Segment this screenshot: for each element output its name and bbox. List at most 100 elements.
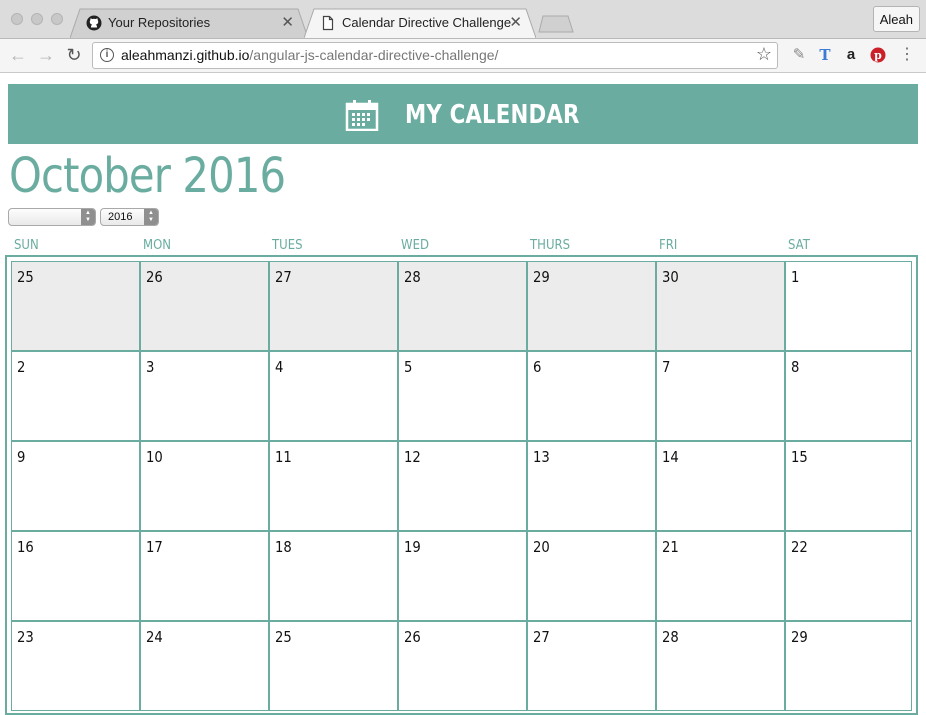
day-cell[interactable]: 22	[785, 531, 912, 621]
day-number: 14	[662, 448, 679, 466]
tab-calendar-directive-challenge[interactable]: Calendar Directive Challenge ✕	[304, 8, 536, 38]
day-number: 22	[791, 538, 808, 556]
close-window-button[interactable]	[11, 13, 23, 25]
select-arrows-icon: ▲ ▼	[81, 209, 95, 225]
calendar-grid: 25 26 27 28 29 30 1 2 3 4 5 6 7 8 9 10 11 12 13 14 15 16 17 18 1…	[5, 255, 918, 715]
menu-kebab-icon[interactable]: ⋮	[897, 45, 917, 65]
day-cell[interactable]: 13	[527, 441, 656, 531]
t-extension-icon[interactable]: T	[815, 45, 835, 65]
browser-toolbar: ← → ↻ i aleahmanzi.github.io/angular-js-…	[0, 39, 926, 73]
bookmark-star-icon[interactable]: ☆	[756, 44, 772, 65]
day-number: 21	[662, 538, 679, 556]
zoom-window-button[interactable]	[51, 13, 63, 25]
day-number: 3	[146, 358, 155, 376]
day-cell[interactable]: 9	[11, 441, 140, 531]
day-number: 10	[146, 448, 163, 466]
year-select[interactable]: 2016 ▲ ▼	[100, 208, 159, 226]
day-number: 28	[662, 628, 679, 646]
day-number: 26	[404, 628, 421, 646]
weekday-wed: WED	[401, 238, 429, 253]
url-text[interactable]: aleahmanzi.github.io/angular-js-calendar…	[121, 47, 498, 63]
day-cell[interactable]: 10	[140, 441, 269, 531]
day-number: 23	[17, 628, 34, 646]
day-cell[interactable]: 7	[656, 351, 785, 441]
day-number: 25	[275, 628, 292, 646]
browser-tab-bar: Your Repositories ✕ Calendar Directive C…	[0, 0, 926, 39]
github-icon	[86, 15, 102, 31]
day-cell[interactable]: 18	[269, 531, 398, 621]
weekday-thurs: THURS	[530, 238, 571, 253]
day-number: 13	[533, 448, 550, 466]
weekday-fri: FRI	[659, 238, 678, 253]
day-cell[interactable]: 21	[656, 531, 785, 621]
day-cell[interactable]: 30	[656, 261, 785, 351]
day-number: 8	[791, 358, 800, 376]
minimize-window-button[interactable]	[31, 13, 43, 25]
day-number: 26	[146, 268, 163, 286]
day-cell[interactable]: 15	[785, 441, 912, 531]
pinterest-extension-icon[interactable]: p	[868, 45, 888, 65]
day-cell[interactable]: 17	[140, 531, 269, 621]
day-cell[interactable]: 27	[269, 261, 398, 351]
day-number: 24	[146, 628, 163, 646]
profile-button[interactable]: Aleah	[872, 6, 920, 32]
day-cell[interactable]: 20	[527, 531, 656, 621]
day-number: 7	[662, 358, 671, 376]
day-number: 12	[404, 448, 421, 466]
day-cell[interactable]: 8	[785, 351, 912, 441]
day-number: 15	[791, 448, 808, 466]
url-path: /angular-js-calendar-directive-challenge…	[249, 47, 499, 63]
year-select-value: 2016	[108, 211, 133, 223]
day-number: 19	[404, 538, 421, 556]
day-number: 11	[275, 448, 292, 466]
month-title: October 2016	[9, 148, 286, 204]
address-bar[interactable]: i aleahmanzi.github.io/angular-js-calend…	[92, 42, 778, 69]
day-cell[interactable]: 19	[398, 531, 527, 621]
day-cell[interactable]: 14	[656, 441, 785, 531]
day-cell[interactable]: 1	[785, 261, 912, 351]
day-cell[interactable]: 3	[140, 351, 269, 441]
forward-arrow-icon[interactable]: →	[36, 45, 56, 65]
day-number: 27	[275, 268, 292, 286]
tab-title: Calendar Directive Challenge	[342, 15, 512, 30]
tab-your-repositories[interactable]: Your Repositories ✕	[70, 8, 308, 38]
month-select[interactable]: ▲ ▼	[8, 208, 96, 226]
day-number: 9	[17, 448, 26, 466]
weekday-sat: SAT	[788, 238, 810, 253]
back-arrow-icon[interactable]: ←	[8, 45, 28, 65]
day-number: 29	[533, 268, 550, 286]
day-number: 27	[533, 628, 550, 646]
day-cell[interactable]: 11	[269, 441, 398, 531]
day-cell[interactable]: 12	[398, 441, 527, 531]
site-info-icon[interactable]: i	[100, 48, 114, 62]
day-cell[interactable]: 6	[527, 351, 656, 441]
day-cell[interactable]: 4	[269, 351, 398, 441]
reload-icon[interactable]: ↻	[64, 45, 84, 65]
day-cell[interactable]: 26	[140, 261, 269, 351]
calendar-icon	[345, 100, 379, 131]
close-tab-icon[interactable]: ✕	[509, 13, 522, 31]
day-cell[interactable]: 2	[11, 351, 140, 441]
url-host: aleahmanzi.github.io	[121, 47, 250, 63]
day-cell[interactable]: 25	[11, 261, 140, 351]
svg-text:p: p	[874, 49, 882, 62]
day-number: 16	[17, 538, 34, 556]
day-number: 29	[791, 628, 808, 646]
day-cell[interactable]: 28	[398, 261, 527, 351]
day-number: 5	[404, 358, 413, 376]
document-icon	[322, 15, 334, 31]
day-cell[interactable]: 16	[11, 531, 140, 621]
weekday-sun: SUN	[14, 238, 39, 253]
day-number: 25	[17, 268, 34, 286]
select-arrows-icon: ▲ ▼	[144, 209, 158, 225]
header-banner: MY CALENDAR	[8, 84, 918, 144]
new-tab-button[interactable]	[538, 15, 574, 33]
day-cell[interactable]: 29	[527, 261, 656, 351]
amazon-extension-icon[interactable]: a	[841, 45, 861, 65]
day-cell[interactable]: 5	[398, 351, 527, 441]
eyedropper-extension-icon[interactable]: ✎	[789, 45, 809, 65]
day-number: 1	[791, 268, 800, 286]
day-number: 18	[275, 538, 292, 556]
weekday-mon: MON	[143, 238, 172, 253]
close-tab-icon[interactable]: ✕	[281, 13, 294, 31]
